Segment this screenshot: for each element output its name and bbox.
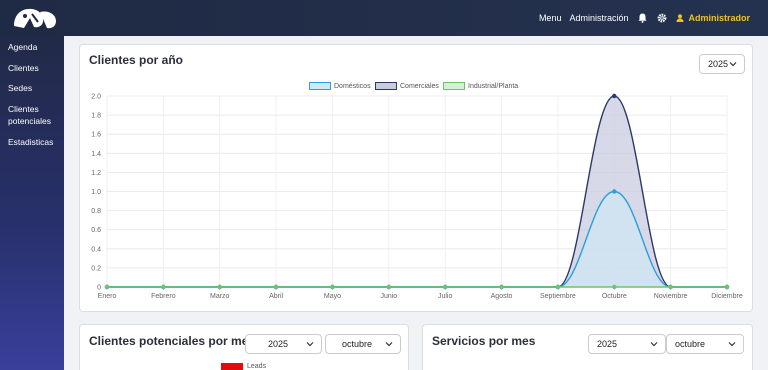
y-tick-label: 1.2 (91, 170, 101, 177)
year-select[interactable]: 2025 (588, 334, 666, 354)
chevron-down-icon (306, 342, 314, 347)
data-point (555, 284, 561, 290)
y-tick-label: 1.8 (91, 113, 101, 120)
y-tick-label: 1.6 (91, 132, 101, 139)
x-tick-label: Agosto (491, 293, 513, 300)
data-point (217, 284, 222, 290)
y-tick-label: 0 (97, 285, 101, 292)
y-tick-label: 2.0 (91, 94, 101, 101)
data-point (273, 284, 279, 290)
data-point (612, 284, 617, 290)
card-title: Servicios por mes (432, 334, 536, 348)
clientes-area-chart: 0 0.2 0.4 0.6 0.8 1.0 1.2 1.4 1.6 1.8 2.0 Enero Febr… (91, 93, 743, 301)
data-point (499, 284, 504, 290)
leads-legend[interactable]: Leads (221, 363, 266, 370)
year-select[interactable]: 2025 (245, 334, 322, 354)
month-select[interactable]: octubre (325, 334, 401, 354)
y-tick-label: 0.6 (91, 227, 101, 234)
chevron-down-icon (385, 342, 393, 347)
x-tick-label: Abril (269, 293, 283, 300)
data-point (612, 93, 617, 99)
x-tick-label: Marzo (210, 293, 230, 300)
y-tick-label: 0.2 (91, 265, 101, 272)
year-select-value: 2025 (597, 339, 618, 349)
clientes-potenciales-card: Clientes potenciales por mes 2025 octubr… (79, 324, 409, 370)
year-select-value: 2025 (268, 339, 289, 349)
legend-label: Leads (247, 363, 267, 370)
data-point (330, 284, 335, 290)
x-tick-label: Noviembre (654, 293, 688, 300)
data-point (161, 284, 166, 290)
card-title: Clientes potenciales por mes (89, 334, 256, 348)
y-tick-label: 0.8 (91, 208, 101, 215)
month-select-value: octubre (675, 339, 706, 349)
y-tick-label: 1.4 (91, 151, 101, 158)
month-select[interactable]: octubre (666, 334, 744, 354)
data-point (386, 284, 392, 290)
data-point (724, 284, 730, 290)
chevron-down-icon (728, 342, 736, 347)
data-point (104, 284, 110, 290)
x-tick-label: Enero (98, 293, 117, 300)
x-tick-label: Diciembre (711, 293, 743, 300)
chevron-down-icon (650, 342, 658, 347)
y-tick-label: 1.0 (91, 189, 101, 196)
x-tick-label: Mayo (324, 293, 341, 300)
x-tick-label: Septiembre (540, 293, 576, 300)
data-point (442, 284, 448, 290)
data-point (668, 284, 673, 290)
data-point (612, 189, 617, 194)
x-tick-label: Julio (438, 293, 453, 300)
legend-swatch (221, 363, 243, 370)
x-tick-label: Junio (380, 293, 397, 300)
x-tick-label: Febrero (151, 293, 176, 300)
month-select-value: octubre (342, 339, 373, 349)
x-tick-label: Octubre (602, 293, 627, 300)
servicios-por-mes-card: Servicios por mes 2025 octubre (422, 324, 753, 370)
y-tick-label: 0.4 (91, 246, 101, 253)
